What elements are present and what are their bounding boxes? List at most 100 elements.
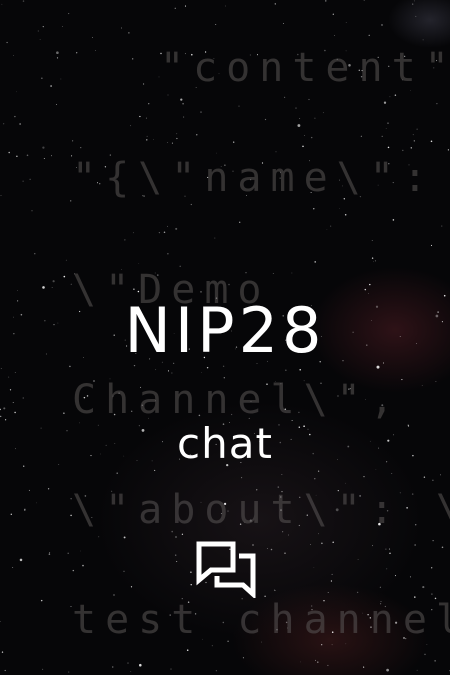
- star: [123, 570, 125, 572]
- star: [388, 548, 391, 550]
- star: [158, 231, 161, 234]
- star: [82, 564, 84, 567]
- star: [68, 671, 70, 673]
- star: [283, 23, 284, 25]
- star: [3, 123, 5, 125]
- star: [139, 115, 141, 118]
- star: [211, 645, 213, 647]
- star: [416, 128, 418, 130]
- star: [376, 365, 380, 369]
- star: [333, 35, 335, 36]
- star: [441, 225, 443, 227]
- star: [299, 118, 301, 119]
- star: [239, 221, 241, 223]
- star: [332, 13, 334, 15]
- star: [416, 669, 418, 671]
- star: [130, 125, 132, 127]
- star: [3, 407, 6, 410]
- star: [423, 476, 426, 478]
- star: [363, 475, 365, 478]
- star: [182, 102, 184, 105]
- star: [175, 554, 177, 556]
- star: [127, 662, 129, 664]
- star: [120, 27, 123, 29]
- star: [317, 661, 319, 663]
- star: [190, 203, 192, 206]
- star: [47, 488, 50, 490]
- star: [14, 115, 16, 118]
- star: [124, 239, 126, 241]
- star: [72, 569, 75, 572]
- star: [372, 545, 373, 547]
- background-code-line: Channel\",: [72, 377, 403, 423]
- star: [402, 149, 404, 152]
- star: [113, 594, 115, 596]
- star: [6, 41, 8, 44]
- star: [413, 0, 415, 2]
- star: [184, 5, 187, 7]
- star: [391, 473, 393, 474]
- star: [130, 586, 133, 588]
- star: [42, 668, 44, 670]
- star: [69, 365, 71, 368]
- star: [200, 111, 202, 113]
- star: [181, 533, 184, 535]
- star: [288, 534, 289, 536]
- star: [143, 83, 145, 85]
- star: [331, 644, 333, 646]
- star: [154, 469, 156, 471]
- star: [363, 0, 365, 1]
- star: [1, 3, 3, 5]
- star: [392, 219, 395, 221]
- star: [386, 568, 388, 570]
- star: [264, 118, 267, 121]
- star: [26, 154, 29, 157]
- star: [190, 571, 192, 573]
- star: [206, 366, 209, 369]
- star: [385, 128, 387, 129]
- star: [196, 134, 198, 136]
- star: [381, 24, 383, 26]
- star: [291, 272, 293, 274]
- star: [0, 408, 1, 411]
- star: [435, 381, 437, 383]
- star: [331, 573, 333, 575]
- star: [357, 559, 359, 560]
- star: [344, 214, 347, 216]
- star: [270, 548, 273, 551]
- star: [52, 280, 55, 283]
- star: [375, 469, 377, 470]
- star: [266, 547, 268, 549]
- star: [153, 138, 154, 140]
- star: [275, 151, 277, 153]
- star: [4, 419, 7, 421]
- star: [67, 552, 69, 555]
- star: [314, 261, 316, 263]
- star: [167, 141, 169, 143]
- star: [167, 370, 170, 372]
- star: [14, 371, 16, 373]
- star: [201, 371, 202, 373]
- star: [190, 584, 192, 586]
- star: [368, 293, 369, 294]
- star: [409, 576, 411, 578]
- star: [424, 653, 426, 656]
- star: [314, 478, 316, 480]
- star: [155, 369, 157, 371]
- star: [412, 134, 414, 136]
- star: [174, 7, 176, 9]
- star: [297, 124, 301, 127]
- star: [310, 136, 313, 139]
- star: [116, 472, 118, 474]
- star: [330, 225, 332, 227]
- star: [364, 288, 367, 291]
- star: [22, 0, 25, 2]
- star: [330, 580, 332, 582]
- star: [28, 489, 30, 491]
- star: [426, 644, 428, 645]
- star: [321, 542, 323, 545]
- star: [284, 552, 286, 554]
- star: [369, 283, 371, 286]
- star: [146, 139, 148, 141]
- star: [167, 225, 168, 227]
